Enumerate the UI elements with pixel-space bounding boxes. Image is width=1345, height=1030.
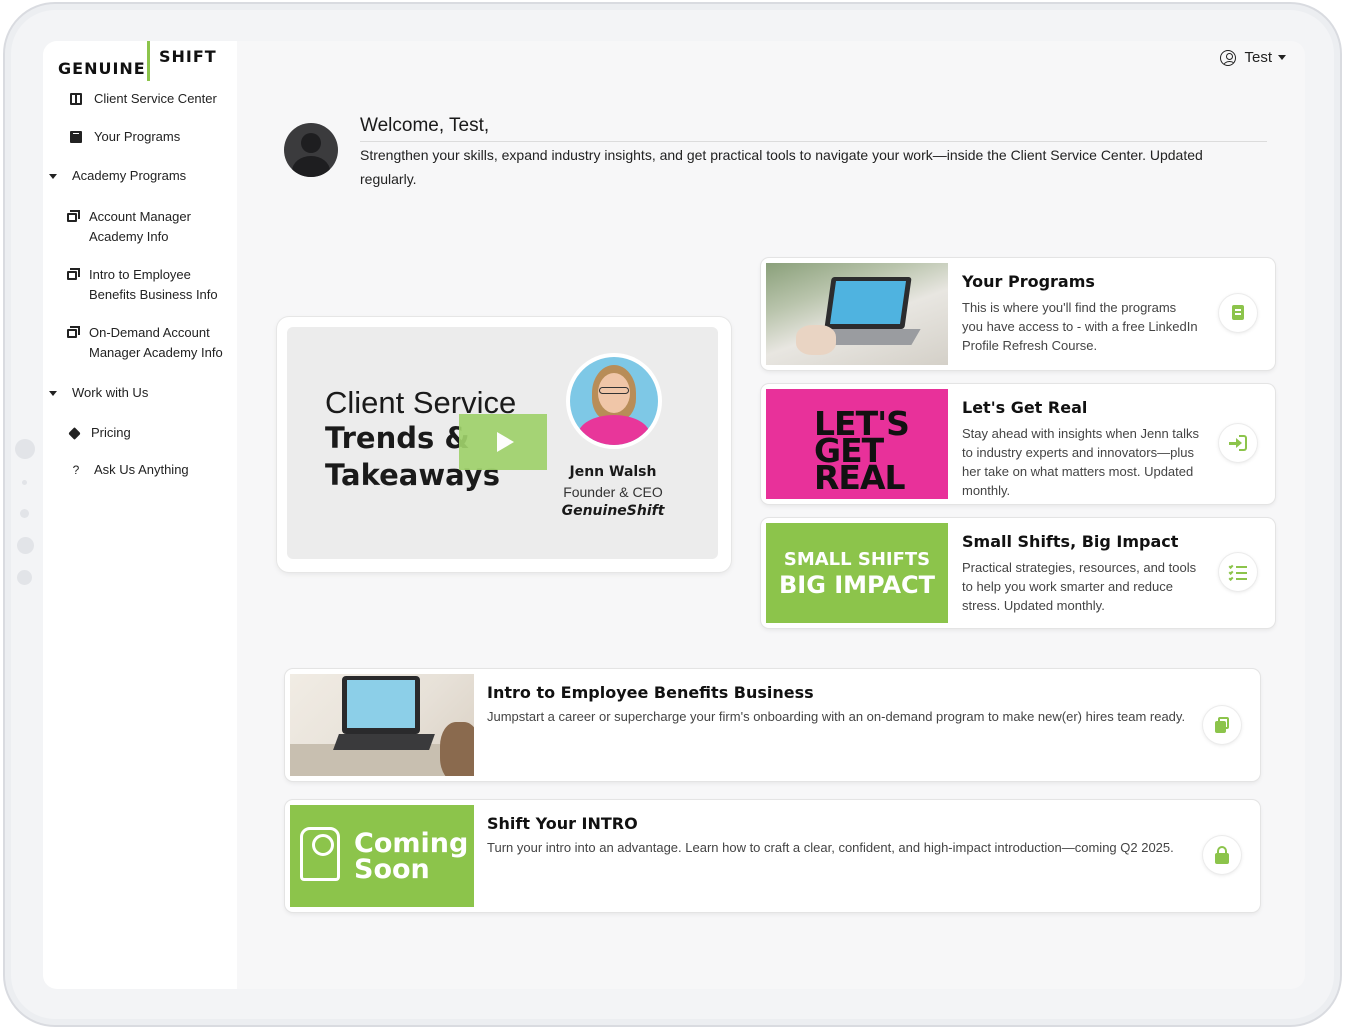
divider (360, 141, 1267, 142)
card-title: Your Programs (962, 272, 1095, 291)
card-image-text: REAL (814, 458, 906, 497)
sidebar-item-label: Pricing (91, 425, 131, 440)
sidebar-item-ask-us-anything[interactable]: ? Ask Us Anything (70, 460, 189, 480)
sidebar-item-label: Ask Us Anything (94, 462, 189, 477)
card-image (290, 674, 474, 776)
sidebar-item-intro-employee-benefits[interactable]: Intro to Employee Benefits Business Info (67, 265, 237, 305)
card-image (766, 263, 948, 365)
book-icon (1232, 305, 1244, 320)
sidebar-item-label: On-Demand Account Manager Academy Info (89, 325, 223, 360)
video-thumbnail[interactable]: Client Service Trends & Takeaways Jenn W… (287, 327, 718, 559)
card-title: Shift Your INTRO (487, 814, 638, 833)
device-button (15, 439, 35, 459)
card-image: Coming Soon (290, 805, 474, 907)
video-title-line: Trends & (325, 421, 470, 455)
logo-word-genuine: GENUINE (58, 59, 146, 78)
sidebar-item-label: Academy Programs (72, 168, 187, 183)
device-button (20, 509, 29, 518)
card-image-text: BIG IMPACT (778, 571, 936, 599)
card-lets-get-real[interactable]: LET'S GET REAL Let's Get Real Stay ahead… (761, 384, 1275, 504)
user-menu-label: Test (1244, 49, 1272, 66)
sidebar-item-on-demand-account-manager[interactable]: On-Demand Account Manager Academy Info (67, 323, 237, 363)
welcome-title: Welcome, Test, (360, 115, 490, 136)
play-button[interactable] (459, 414, 547, 470)
open-your-programs-button[interactable] (1219, 294, 1257, 332)
card-description: Turn your intro into an advantage. Learn… (487, 840, 1174, 855)
sidebar-item-label: Client Service Center (94, 91, 217, 106)
caret-down-icon (49, 391, 57, 396)
sidebar-item-label: Intro to Employee Benefits Business Info (89, 267, 218, 302)
sidebar-item-client-service-center[interactable]: Client Service Center (70, 89, 217, 109)
device-button (17, 570, 32, 585)
card-intro-employee-benefits[interactable]: Intro to Employee Benefits Business Jump… (285, 669, 1260, 781)
card-description: Jumpstart a career or supercharge your f… (487, 709, 1186, 724)
avatar (284, 123, 338, 177)
person-icon (300, 827, 340, 881)
copy-icon (1215, 717, 1229, 733)
open-intro-employee-benefits-button[interactable] (1203, 706, 1241, 744)
columns-icon (70, 93, 82, 105)
sidebar-group-academy-programs[interactable]: Academy Programs (49, 166, 186, 186)
sidebar-item-label: Account Manager Academy Info (89, 209, 191, 244)
card-description: Practical strategies, resources, and too… (962, 560, 1197, 613)
card-image: SMALL SHIFTS BIG IMPACT (766, 523, 948, 623)
card-description: Stay ahead with insights when Jenn talks… (962, 426, 1200, 498)
sidebar-item-your-programs[interactable]: Your Programs (70, 127, 180, 147)
copy-icon (67, 210, 80, 222)
sidebar: GENUINE SHIFT Client Service Center Your… (43, 41, 237, 989)
card-title: Let's Get Real (962, 398, 1088, 417)
card-title: Small Shifts, Big Impact (962, 532, 1179, 551)
avatar-head (301, 133, 321, 153)
caret-down-icon (1278, 55, 1286, 60)
host-name: Jenn Walsh (569, 464, 657, 480)
logo-divider (147, 41, 150, 81)
host-role: Founder & CEO (563, 484, 663, 500)
sidebar-item-label: Work with Us (72, 385, 149, 400)
device-button (17, 537, 34, 554)
copy-icon (67, 268, 80, 280)
user-circle-icon (1220, 49, 1237, 66)
card-your-programs[interactable]: Your Programs This is where you'll find … (761, 258, 1275, 370)
caret-down-icon (49, 174, 57, 179)
avatar-body (292, 156, 330, 177)
user-menu[interactable]: Test (1220, 49, 1286, 66)
open-small-shifts-button[interactable] (1219, 553, 1257, 591)
host-photo (566, 353, 662, 449)
logo-word-shift: SHIFT (159, 47, 217, 66)
card-image: LET'S GET REAL (766, 389, 948, 499)
sidebar-group-work-with-us[interactable]: Work with Us (49, 383, 148, 403)
login-icon (1229, 435, 1247, 451)
host-company: GenuineShift (561, 503, 665, 519)
question-icon: ? (72, 463, 80, 477)
sidebar-item-pricing[interactable]: Pricing (68, 423, 131, 443)
device-button (22, 480, 27, 485)
tag-icon (68, 427, 81, 440)
card-image-text: Soon (354, 854, 430, 885)
lock-icon (1215, 846, 1229, 864)
open-lets-get-real-button[interactable] (1219, 424, 1257, 462)
sidebar-item-label: Your Programs (94, 129, 181, 144)
copy-icon (67, 326, 80, 338)
app-screen: GENUINE SHIFT Client Service Center Your… (43, 41, 1305, 989)
card-small-shifts[interactable]: SMALL SHIFTS BIG IMPACT Small Shifts, Bi… (761, 518, 1275, 628)
card-shift-your-intro[interactable]: Coming Soon Shift Your INTRO Turn your i… (285, 800, 1260, 912)
card-image-text: SMALL SHIFTS (783, 549, 931, 570)
card-title: Intro to Employee Benefits Business (487, 683, 814, 702)
video-card[interactable]: Client Service Trends & Takeaways Jenn W… (277, 317, 731, 572)
list-check-icon (1228, 564, 1247, 581)
card-description: This is where you'll find the programs y… (962, 300, 1198, 353)
locked-button[interactable] (1203, 836, 1241, 874)
sidebar-item-account-manager-academy[interactable]: Account Manager Academy Info (67, 207, 227, 247)
book-icon (70, 131, 82, 143)
welcome-text: Strengthen your skills, expand industry … (360, 147, 1203, 187)
